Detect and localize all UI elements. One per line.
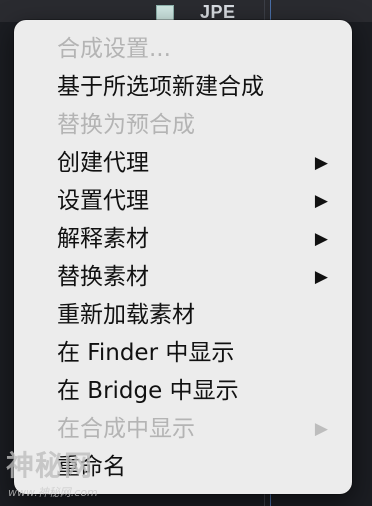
- submenu-arrow-icon: ▶: [314, 153, 328, 173]
- menu-item-rename[interactable]: 重命名: [14, 448, 352, 486]
- menu-item-label: 解释素材: [57, 226, 149, 252]
- menu-item-label: 合成设置...: [57, 36, 171, 62]
- menu-item-set-proxy[interactable]: 设置代理 ▶: [14, 182, 352, 220]
- menu-item-label: 替换素材: [57, 264, 149, 290]
- menu-item-replace-with-precomp[interactable]: 替换为预合成: [14, 106, 352, 144]
- menu-item-composition-settings[interactable]: 合成设置...: [14, 30, 352, 68]
- menu-item-reload-footage[interactable]: 重新加载素材: [14, 296, 352, 334]
- menu-item-label: 重新加载素材: [57, 302, 195, 328]
- menu-item-label: 重命名: [57, 454, 126, 480]
- menu-item-label: 替换为预合成: [57, 112, 195, 138]
- submenu-arrow-icon: ▶: [314, 419, 328, 439]
- menu-item-label: 在 Finder 中显示: [57, 340, 235, 366]
- menu-item-label: 在合成中显示: [57, 416, 195, 442]
- background-panel: [0, 0, 372, 22]
- menu-item-label: 在 Bridge 中显示: [57, 378, 239, 404]
- menu-item-replace-footage[interactable]: 替换素材 ▶: [14, 258, 352, 296]
- context-menu: 合成设置... 基于所选项新建合成 替换为预合成 创建代理 ▶ 设置代理 ▶ 解…: [14, 20, 352, 494]
- menu-item-reveal-in-bridge[interactable]: 在 Bridge 中显示: [14, 372, 352, 410]
- menu-item-reveal-in-composition[interactable]: 在合成中显示 ▶: [14, 410, 352, 448]
- submenu-arrow-icon: ▶: [314, 191, 328, 211]
- menu-item-label: 基于所选项新建合成: [57, 74, 264, 100]
- menu-item-label: 创建代理: [57, 150, 149, 176]
- menu-item-new-comp-from-selection[interactable]: 基于所选项新建合成: [14, 68, 352, 106]
- screen: JPE 合成设置... 基于所选项新建合成 替换为预合成 创建代理 ▶ 设置代理…: [0, 0, 372, 506]
- submenu-arrow-icon: ▶: [314, 229, 328, 249]
- menu-item-reveal-in-finder[interactable]: 在 Finder 中显示: [14, 334, 352, 372]
- submenu-arrow-icon: ▶: [314, 267, 328, 287]
- menu-item-interpret-footage[interactable]: 解释素材 ▶: [14, 220, 352, 258]
- menu-item-label: 设置代理: [57, 188, 149, 214]
- menu-item-create-proxy[interactable]: 创建代理 ▶: [14, 144, 352, 182]
